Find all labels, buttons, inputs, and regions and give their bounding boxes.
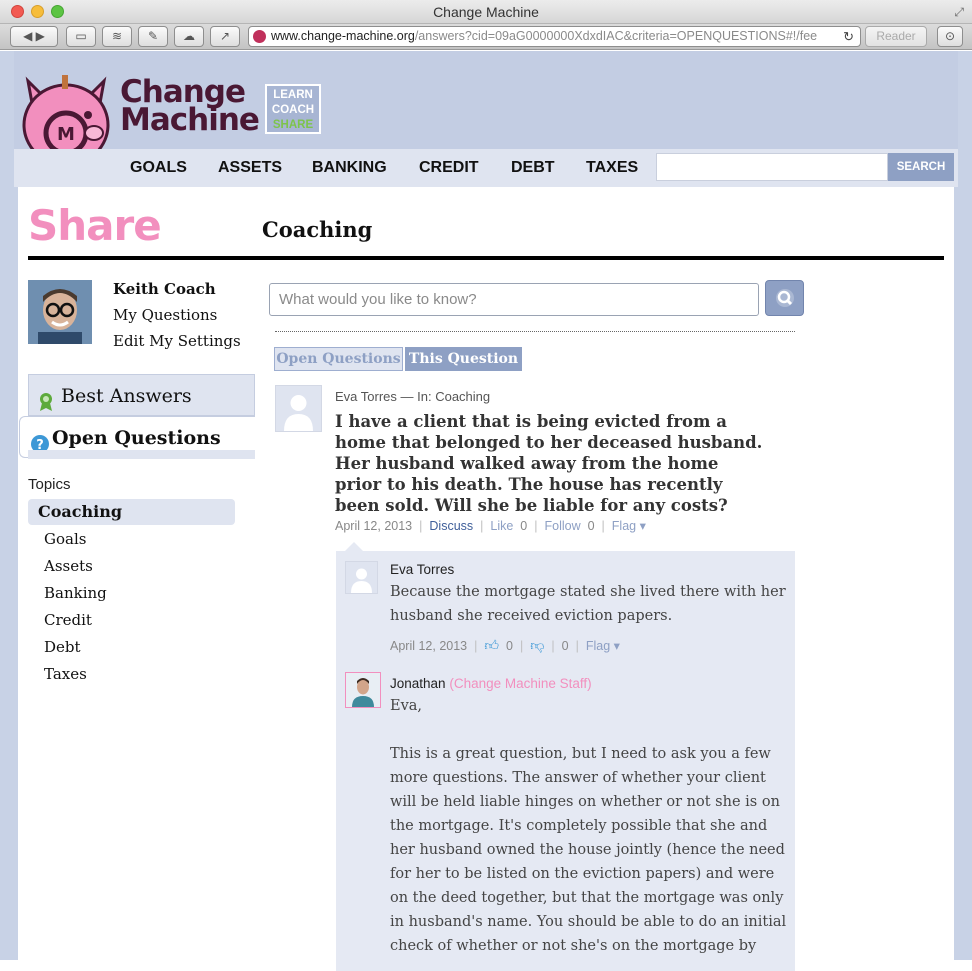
question-search-button[interactable] (765, 280, 804, 316)
topics-heading: Topics (28, 476, 71, 493)
edit-settings-link[interactable]: Edit My Settings (113, 332, 241, 350)
user-avatar[interactable] (28, 280, 92, 344)
site-favicon-icon (253, 30, 266, 43)
browser-toolbar: ◀ ▶ ▭ ≋ ✎ ☁ ↗ www.change-machine.org/ans… (0, 24, 972, 50)
tab-this-question[interactable]: This Question (405, 347, 522, 371)
category-title: Coaching (262, 217, 373, 242)
brand-line-2: Machine (120, 102, 260, 138)
answers-pointer (345, 542, 363, 551)
topic-assets[interactable]: Assets (44, 557, 93, 575)
address-bar[interactable]: www.change-machine.org/answers?cid=09aG0… (248, 26, 861, 47)
like-link[interactable]: Like (490, 519, 513, 533)
open-questions-label: Open Questions (52, 427, 221, 449)
answer-date: April 12, 2013 (390, 639, 468, 653)
best-answers-label: Best Answers (61, 385, 192, 407)
window-titlebar: Change Machine ⤢ (0, 0, 972, 24)
staff-answer-body: This is a great question, but I need to … (390, 746, 787, 954)
badge-coach: COACH (271, 104, 315, 116)
user-photo-icon (28, 280, 92, 344)
sidebar-icon[interactable]: ▭ (66, 26, 96, 47)
window-title: Change Machine (433, 4, 539, 20)
my-questions-link[interactable]: My Questions (113, 306, 217, 324)
search-icon (776, 289, 794, 307)
answer-author[interactable]: Eva Torres (390, 562, 454, 577)
asker-avatar[interactable] (275, 385, 322, 432)
like-count: 0 (520, 519, 528, 533)
downvote-count: 0 (561, 639, 569, 653)
reader-button[interactable]: Reader (865, 26, 927, 47)
rss-icon[interactable]: ≋ (102, 26, 132, 47)
badge-learn: LEARN (273, 89, 313, 101)
main-content: Share Coaching Keith Coach My Questions … (18, 187, 954, 971)
learn-coach-share-badge[interactable]: LEARN COACH SHARE (265, 84, 321, 134)
dotted-divider (275, 331, 795, 332)
answer-actions: April 12, 2013 | 👍︎ 0 | 👎︎ | 0 | Flag ▾ (390, 637, 620, 654)
answer-avatar[interactable] (345, 561, 378, 594)
badge-share: SHARE (272, 119, 314, 131)
brand-logo[interactable]: Change Machine (120, 77, 260, 138)
nav-credit[interactable]: CREDIT (419, 159, 479, 177)
url-host: www.change-machine.org (271, 29, 415, 43)
answer-body: Because the mortgage stated she lived th… (390, 584, 786, 624)
question-search-input[interactable]: What would you like to know? (269, 283, 759, 316)
nav-taxes[interactable]: TAXES (586, 159, 638, 177)
answer-flag-link[interactable]: Flag ▾ (586, 639, 620, 653)
staff-avatar[interactable] (345, 672, 381, 708)
reload-icon[interactable]: ↻ (843, 27, 854, 46)
tab-open-questions[interactable]: Open Questions (274, 347, 403, 371)
sidebar-tab-strip (28, 450, 255, 459)
downloads-icon[interactable]: ⊙ (937, 26, 963, 47)
best-answers-tab[interactable]: Best Answers (28, 374, 255, 416)
url-path: /answers?cid=09aG0000000XdxdIAC&criteria… (414, 29, 818, 43)
nav-banking[interactable]: BANKING (312, 159, 387, 177)
question-date: April 12, 2013 (335, 519, 413, 533)
topic-coaching[interactable]: Coaching (28, 499, 235, 525)
nav-assets[interactable]: ASSETS (218, 159, 282, 177)
topic-credit[interactable]: Credit (44, 611, 92, 629)
question-category: — In: Coaching (400, 389, 491, 404)
question-author[interactable]: Eva Torres (335, 389, 397, 404)
nav-debt[interactable]: DEBT (511, 159, 555, 177)
user-name[interactable]: Keith Coach (113, 280, 216, 298)
staff-answer-greeting: Eva, (390, 698, 423, 714)
question-text: I have a client that is being evicted fr… (335, 412, 763, 515)
question-actions: April 12, 2013 | Discuss | Like 0 | Follow 0 | F… (335, 519, 646, 533)
site-search-input[interactable] (656, 153, 888, 181)
back-forward-buttons[interactable]: ◀ ▶ (10, 26, 58, 47)
person-placeholder-icon (284, 395, 313, 431)
follow-link[interactable]: Follow (545, 519, 581, 533)
flag-link[interactable]: Flag ▾ (612, 519, 646, 533)
staff-photo-icon (346, 673, 380, 707)
question-mark-icon: ? (30, 427, 50, 469)
topic-debt[interactable]: Debt (44, 638, 81, 656)
thumbs-down-icon[interactable]: 👎︎ (530, 637, 544, 654)
staff-answer-author[interactable]: Jonathan (390, 676, 446, 691)
wrench-icon[interactable]: ✎ (138, 26, 168, 47)
topic-banking[interactable]: Banking (44, 584, 107, 602)
follow-count: 0 (587, 519, 595, 533)
staff-answer-header: Jonathan (Change Machine Staff) (390, 676, 592, 691)
cloud-icon[interactable]: ☁ (174, 26, 204, 47)
question-meta: Eva Torres — In: Coaching (335, 389, 490, 404)
section-title: Share (28, 201, 162, 250)
topic-goals[interactable]: Goals (44, 530, 86, 548)
nav-goals[interactable]: GOALS (130, 159, 187, 177)
title-divider (28, 256, 944, 260)
topic-taxes[interactable]: Taxes (44, 665, 87, 683)
person-placeholder-icon (351, 568, 372, 593)
main-nav: GOALS ASSETS BANKING CREDIT DEBT TAXES S… (14, 149, 958, 187)
web-page: M Change Machine LEARN COACH SHARE GOALS… (0, 51, 972, 971)
thumbs-up-icon[interactable]: 👍︎ (484, 637, 499, 654)
staff-badge: (Change Machine Staff) (449, 676, 592, 691)
fullscreen-icon[interactable]: ⤢ (954, 5, 964, 20)
svg-text:M: M (57, 124, 75, 145)
discuss-link[interactable]: Discuss (429, 519, 473, 533)
upvote-count: 0 (505, 639, 513, 653)
site-search-button[interactable]: SEARCH (888, 153, 954, 181)
share-icon[interactable]: ↗ (210, 26, 240, 47)
